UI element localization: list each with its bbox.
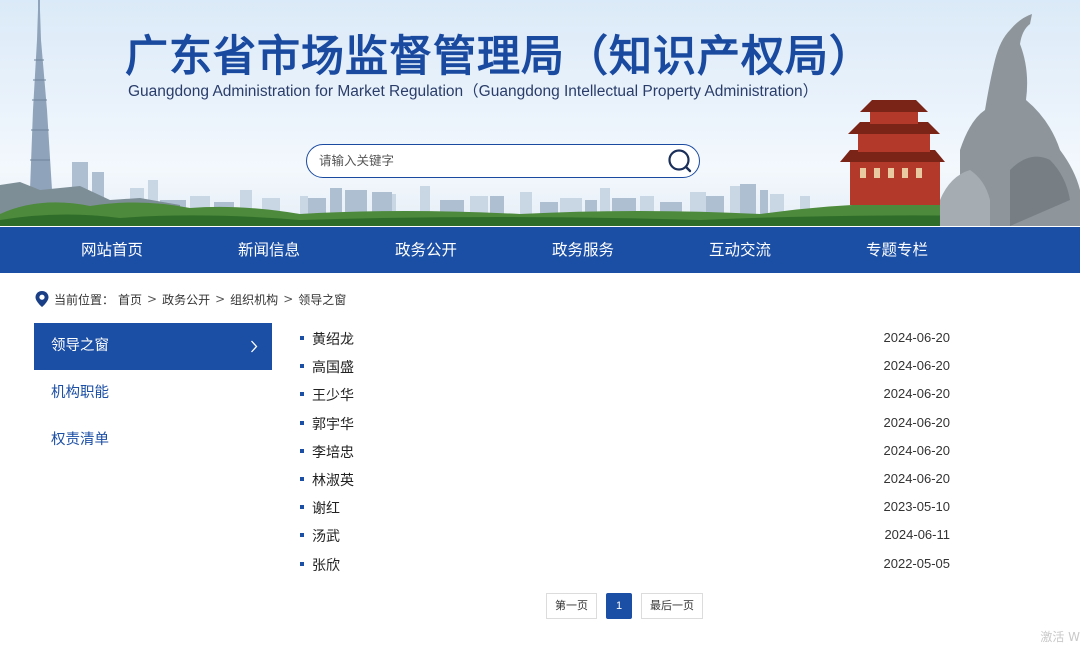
- leader-name[interactable]: 高国盛: [312, 357, 354, 377]
- search-box: [306, 144, 700, 178]
- leader-name[interactable]: 黄绍龙: [312, 329, 354, 349]
- sidebar-item-label: 机构职能: [51, 385, 109, 401]
- nav-item-interaction[interactable]: 互动交流: [675, 227, 805, 273]
- list-item[interactable]: 张欣 2022-05-05: [300, 550, 950, 578]
- breadcrumb-separator: >: [283, 292, 294, 306]
- bullet-icon: [300, 533, 304, 538]
- activation-watermark: 激活 W: [1040, 630, 1080, 644]
- list-item[interactable]: 林淑英 2024-06-20: [300, 465, 950, 493]
- header-banner: 广东省市场监督管理局（知识产权局） Guangdong Administrati…: [0, 0, 1080, 226]
- list-item[interactable]: 汤武 2024-06-11: [300, 521, 950, 549]
- breadcrumb-separator: >: [147, 292, 158, 306]
- item-date: 2023-05-10: [883, 499, 951, 515]
- chevron-right-icon: [251, 340, 258, 353]
- breadcrumb-label: 当前位置：: [54, 292, 115, 307]
- leader-name[interactable]: 王少华: [312, 385, 354, 405]
- last-page-button[interactable]: 最后一页: [641, 593, 703, 619]
- sidebar: 领导之窗 机构职能 权责清单: [34, 323, 272, 464]
- bullet-icon: [300, 561, 304, 566]
- breadcrumb-separator: >: [215, 292, 226, 306]
- item-date: 2024-06-20: [883, 386, 951, 402]
- breadcrumb-item-government-affairs[interactable]: 政务公开: [162, 291, 210, 308]
- search-icon[interactable]: [667, 148, 693, 174]
- leader-name[interactable]: 李培忠: [312, 442, 354, 462]
- list-item[interactable]: 谢红 2023-05-10: [300, 493, 950, 521]
- site-title: 广东省市场监督管理局（知识产权局）: [125, 32, 873, 82]
- bullet-icon: [300, 420, 304, 425]
- item-date: 2024-06-20: [883, 330, 951, 345]
- item-date: 2024-06-20: [883, 358, 951, 374]
- leader-list: 黄绍龙 2024-06-20 高国盛 2024-06-20 王少华 2024-06-2…: [300, 324, 950, 578]
- list-item[interactable]: 李培忠 2024-06-20: [300, 437, 950, 465]
- item-date: 2024-06-11: [884, 527, 950, 543]
- main-nav: 网站首页 新闻信息 政务公开 政务服务 互动交流 专题专栏: [0, 227, 1080, 273]
- item-date: 2022-05-05: [883, 555, 951, 571]
- sidebar-item-functions[interactable]: 机构职能: [34, 370, 272, 417]
- current-page-button[interactable]: 1: [606, 593, 632, 619]
- leader-name[interactable]: 谢红: [312, 498, 340, 518]
- leader-name[interactable]: 张欣: [312, 555, 340, 575]
- sidebar-item-leadership[interactable]: 领导之窗: [34, 323, 272, 370]
- leader-name[interactable]: 汤武: [312, 526, 340, 546]
- breadcrumb: 当前位置： 首页 > 政务公开 > 组织机构 > 领导之窗: [34, 289, 346, 309]
- site-subtitle: Guangdong Administration for Market Regu…: [128, 83, 819, 100]
- breadcrumb-item-organization[interactable]: 组织机构: [230, 291, 278, 308]
- bullet-icon: [300, 476, 304, 481]
- bullet-icon: [300, 364, 304, 369]
- leader-name[interactable]: 郭宇华: [312, 414, 354, 434]
- bullet-icon: [300, 448, 304, 453]
- bullet-icon: [300, 505, 304, 510]
- item-date: 2024-06-20: [883, 414, 951, 430]
- nav-item-news[interactable]: 新闻信息: [204, 227, 334, 273]
- breadcrumb-item-leadership[interactable]: 领导之窗: [298, 291, 346, 308]
- leader-name[interactable]: 林淑英: [312, 470, 354, 490]
- nav-item-government-affairs[interactable]: 政务公开: [361, 227, 491, 273]
- item-date: 2024-06-20: [883, 442, 951, 458]
- item-date: 2024-06-20: [883, 470, 951, 486]
- nav-item-home[interactable]: 网站首页: [47, 227, 177, 273]
- pagination: 第一页 1 最后一页: [546, 593, 703, 619]
- sidebar-item-label: 领导之窗: [51, 338, 109, 354]
- canton-tower: [30, 0, 52, 190]
- list-item[interactable]: 郭宇华 2024-06-20: [300, 409, 950, 437]
- bullet-icon: [300, 336, 304, 340]
- first-page-button[interactable]: 第一页: [546, 593, 597, 619]
- nav-item-special-topics[interactable]: 专题专栏: [832, 227, 962, 273]
- search-input[interactable]: [319, 145, 649, 176]
- five-goats-statue: [940, 14, 1080, 226]
- red-tower-building: [840, 100, 945, 205]
- list-item[interactable]: 黄绍龙 2024-06-20: [300, 324, 950, 352]
- list-item[interactable]: 王少华 2024-06-20: [300, 380, 950, 408]
- list-item[interactable]: 高国盛 2024-06-20: [300, 352, 950, 380]
- bullet-icon: [300, 392, 304, 397]
- nav-item-government-services[interactable]: 政务服务: [518, 227, 648, 273]
- sidebar-item-label: 权责清单: [51, 432, 109, 448]
- location-pin-icon: [35, 291, 49, 307]
- sidebar-item-responsibility-list[interactable]: 权责清单: [34, 417, 272, 464]
- breadcrumb-item-home[interactable]: 首页: [118, 291, 142, 308]
